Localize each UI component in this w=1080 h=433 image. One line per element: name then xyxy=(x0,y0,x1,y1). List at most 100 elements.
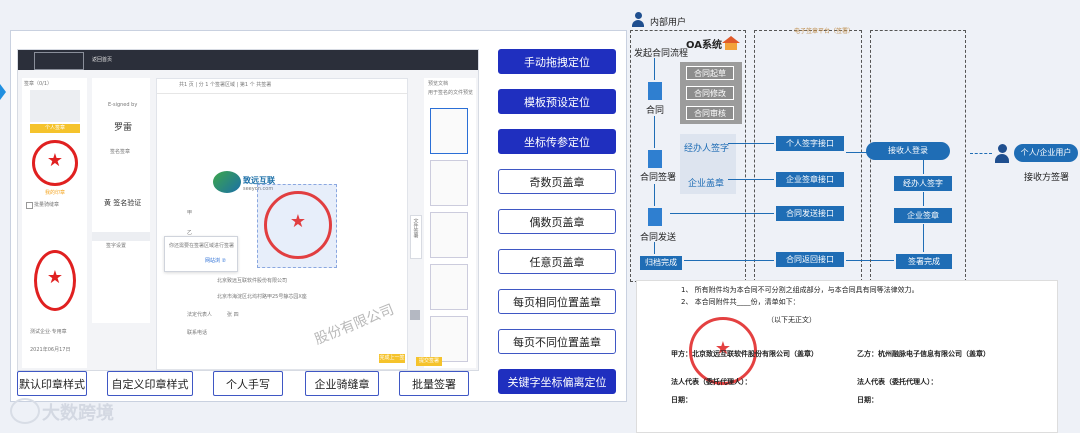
back-home-link[interactable]: 返回首页 xyxy=(92,56,112,63)
contract-label: 合同 xyxy=(646,106,665,116)
method-any-page[interactable]: 任意页盖章 xyxy=(498,249,616,274)
custom-seal-style-button[interactable]: 自定义印章样式 xyxy=(107,371,193,396)
method-even-page[interactable]: 偶数页盖章 xyxy=(498,209,616,234)
prev-sign-button[interactable]: 完成上一签 xyxy=(379,354,405,363)
field-label-e: 法定代表人 xyxy=(187,312,213,318)
contract-date-b: 日期： xyxy=(857,396,878,404)
esigned-text: E-signed by xyxy=(108,102,138,108)
my-seal-label: 我的印章 xyxy=(30,189,80,198)
default-seal-style-button[interactable]: 默认印章样式 xyxy=(17,371,87,396)
handler-sign-label: 经办人签字 xyxy=(684,144,730,154)
signing-area-highlight[interactable]: ★ xyxy=(257,184,337,268)
start-flow-label: 发起合同流程 xyxy=(634,49,689,59)
seeyon-logo-icon xyxy=(213,171,241,193)
thumb-header: 预览文档 xyxy=(428,81,449,87)
seal-company-text: 测试企业·专用章 xyxy=(30,329,67,335)
flow-arrow xyxy=(670,213,774,214)
sign-hint-text: 你还需要在签署区域进行签署 xyxy=(169,243,235,249)
page-thumbnail[interactable] xyxy=(430,316,468,362)
external-user-icon xyxy=(994,144,1010,166)
sign-hint-button[interactable]: 网站浏 ② xyxy=(205,257,226,264)
company-seal-thumb[interactable]: ★ xyxy=(32,140,78,186)
signing-flow-diagram: 内部用户 OA系统 发起合同流程 合同 合同起草 合同修改 合同审核 合同签署 … xyxy=(630,12,1080,433)
seal-star-icon: ★ xyxy=(289,211,307,232)
personal-handwrite-button[interactable]: 个人手写 xyxy=(213,371,283,396)
thumb-subheader: 用于签名的文件预览 xyxy=(428,90,474,96)
method-same-position[interactable]: 每页相同位置盖章 xyxy=(498,289,616,314)
method-coordinate-param[interactable]: 坐标传参定位 xyxy=(498,129,616,154)
contract-rep-a: 法人代表（委托代理人）： xyxy=(671,378,752,386)
counterparty-company-seal: 企业签章 xyxy=(894,208,952,223)
page-thumbnail[interactable] xyxy=(430,160,468,206)
contract-date-a: 日期： xyxy=(671,396,692,404)
send-doc-icon xyxy=(648,208,662,226)
seal-date: 2021年06月17日 xyxy=(30,347,71,353)
counterparty-sign-complete: 签署完成 xyxy=(896,254,952,269)
receiver-sign-label: 接收方签署 xyxy=(1024,173,1070,183)
contract-line-3: （以下无正文） xyxy=(767,316,816,324)
method-manual-drag[interactable]: 手动拖拽定位 xyxy=(498,49,616,74)
method-template-preset[interactable]: 模板预设定位 xyxy=(498,89,616,114)
vertical-seal-thumb[interactable]: ★ xyxy=(34,250,76,311)
file-sign-side-tab[interactable]: 文件签署 xyxy=(410,215,422,259)
method-keyword-offset[interactable]: 关键字坐标偏离定位 xyxy=(498,369,616,394)
platform-note: 电子签章平台（签署） xyxy=(794,28,855,35)
app-topbar: 返回首页 xyxy=(18,50,478,70)
archive-node: 归档完成 xyxy=(640,256,682,270)
batch-seal-checkbox[interactable] xyxy=(26,202,33,209)
seal-column: 签章（0/1） 个人签章 ★ 我的印章 批量骑缝章 ★ 测试企业·专用章 202… xyxy=(22,78,87,368)
sig-label-1: 签名签章 xyxy=(110,149,131,155)
contract-party-a: 甲方：北京致远互联软件股份有限公司（盖章） xyxy=(671,350,818,358)
flow-arrow xyxy=(728,143,774,144)
contract-sign-label: 合同签署 xyxy=(640,173,677,183)
interface-company-seal: 企业签章接口 xyxy=(776,172,844,187)
side-tab-label: 文件签署 xyxy=(412,218,419,238)
seal-star-icon: ★ xyxy=(46,267,64,288)
field-label-b: 乙 xyxy=(187,230,193,236)
party-a-line-2: 北京市海淀区北坞村路甲25号静芯园X座 xyxy=(217,294,307,300)
interface-personal-sign: 个人签字接口 xyxy=(776,136,844,151)
external-user-node: 个人/企业用户 xyxy=(1014,144,1078,162)
sign-hint-popup: 你还需要在签署区域进行签署 网站浏 ② xyxy=(164,236,238,272)
flow-arrow xyxy=(923,160,924,174)
personal-seal-thumb[interactable] xyxy=(30,90,80,122)
home-icon xyxy=(722,36,740,50)
internal-user-label: 内部用户 xyxy=(650,18,687,28)
batch-seal-label: 批量骑缝章 xyxy=(34,202,60,208)
oa-system-title: OA系统 xyxy=(686,40,722,51)
submit-sign-button[interactable]: 提交签署 xyxy=(416,357,442,366)
watermark-logo-text: 大数跨境 xyxy=(42,403,114,424)
contract-rep-b: 法人代表（委托代理人）： xyxy=(857,378,938,386)
counterparty-login: 接收人登录 xyxy=(866,142,950,160)
page-thumbnail[interactable] xyxy=(430,108,468,154)
flow-arrow xyxy=(923,224,924,252)
signed-contract-image: 1、 所有附件均为本合同不可分割之组成部分，与本合同具有同等法律效力。 2、 本… xyxy=(636,280,1058,433)
page-thumbnail[interactable] xyxy=(430,212,468,258)
document-page: 共1 页 | 分 1 个签署区域 | 第1 个 共签署 致远互联 seeyon.… xyxy=(156,78,408,370)
method-diff-position[interactable]: 每页不同位置盖章 xyxy=(498,329,616,354)
method-odd-page[interactable]: 奇数页盖章 xyxy=(498,169,616,194)
interface-contract-send: 合同发送接口 xyxy=(776,206,844,221)
seal-column-header: 签章（0/1） xyxy=(24,81,53,87)
user-icon xyxy=(630,12,646,28)
flow-arrow xyxy=(923,192,924,206)
flow-arrow xyxy=(728,179,774,180)
seam-seal-button[interactable]: 企业骑缝章 xyxy=(305,371,379,396)
seal-star-icon: ★ xyxy=(46,150,64,171)
flow-arrow xyxy=(654,184,655,206)
flow-arrow xyxy=(654,242,655,254)
page-thumbnail[interactable] xyxy=(430,264,468,310)
divider xyxy=(157,93,407,94)
sign-doc-icon xyxy=(648,150,662,168)
oa-step-review: 合同审核 xyxy=(686,106,734,120)
handwritten-signature[interactable]: 黄 签名验证 xyxy=(104,198,141,208)
brand-logo-icon xyxy=(10,398,40,424)
platform-box xyxy=(754,30,862,282)
batch-sign-button[interactable]: 批量签署 xyxy=(399,371,469,396)
scroll-top-icon[interactable] xyxy=(410,310,420,320)
contract-doc-icon xyxy=(648,82,662,100)
flow-arrow xyxy=(970,153,992,155)
thumbnail-column: 预览文档 用于签名的文件预览 xyxy=(424,78,476,368)
flow-arrow xyxy=(654,58,655,80)
party-b-rep: 张 四 xyxy=(227,312,239,318)
